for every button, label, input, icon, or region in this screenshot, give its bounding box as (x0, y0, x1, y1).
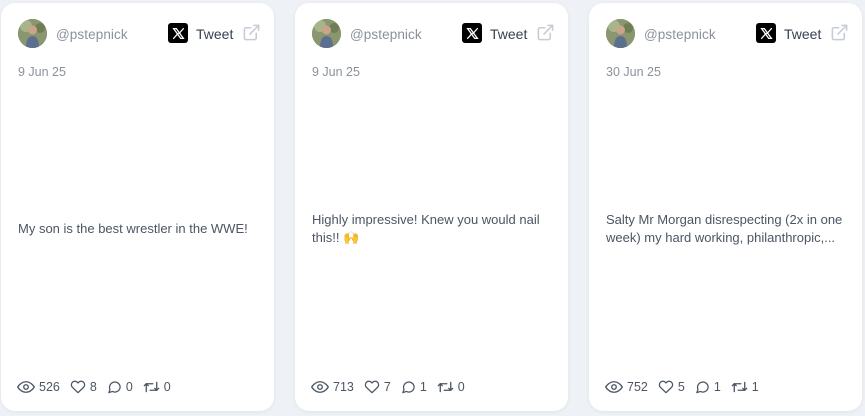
retweets-count: 1 (751, 380, 759, 394)
retweet-icon (731, 381, 748, 393)
heart-icon (364, 380, 380, 394)
user-handle[interactable]: @pstepnick (56, 27, 128, 42)
tweet-card-header: @pstepnick Tweet (312, 19, 554, 49)
likes-stat[interactable]: 8 (70, 380, 97, 394)
comment-icon (108, 381, 121, 394)
retweets-stat[interactable]: 0 (437, 380, 465, 394)
retweet-icon (143, 381, 160, 393)
replies-stat[interactable]: 1 (695, 380, 721, 394)
avatar[interactable] (312, 19, 341, 48)
views-count: 713 (333, 380, 354, 394)
tweet-card[interactable]: @pstepnick Tweet 9 Jun 25 Highly impress… (295, 3, 568, 411)
replies-count: 1 (713, 380, 721, 394)
likes-count: 5 (677, 380, 685, 394)
external-link-icon[interactable] (830, 23, 849, 42)
retweet-icon (437, 381, 454, 393)
tweet-card-header: @pstepnick Tweet (606, 19, 848, 49)
likes-count: 8 (89, 380, 97, 394)
likes-stat[interactable]: 5 (658, 380, 685, 394)
views-count: 752 (627, 380, 648, 394)
eye-icon (605, 381, 623, 393)
tweet-text: Salty Mr Morgan disrespecting (2x in one… (606, 212, 843, 245)
replies-stat[interactable]: 0 (107, 380, 133, 394)
comment-icon (402, 381, 415, 394)
avatar[interactable] (606, 19, 635, 48)
replies-count: 1 (419, 380, 427, 394)
comment-icon (696, 381, 709, 394)
likes-count: 7 (383, 380, 391, 394)
tweet-stats: 752 5 1 1 (605, 377, 769, 397)
tweet-text: Highly impressive! Knew you would nail t… (312, 212, 540, 245)
tweet-date: 9 Jun 25 (312, 65, 360, 79)
avatar[interactable] (18, 19, 47, 48)
tweet-card-header: @pstepnick Tweet (18, 19, 260, 49)
replies-count: 0 (125, 380, 133, 394)
user-handle[interactable]: @pstepnick (644, 27, 716, 42)
external-link-icon[interactable] (242, 23, 261, 42)
x-logo-icon[interactable] (756, 23, 776, 43)
heart-icon (658, 380, 674, 394)
tweet-text: My son is the best wrestler in the WWE! (18, 221, 248, 236)
tweet-date: 9 Jun 25 (18, 65, 66, 79)
tweet-card[interactable]: @pstepnick Tweet 30 Jun 25 Salty Mr Morg… (589, 3, 862, 411)
heart-icon (70, 380, 86, 394)
tweet-stats: 713 7 1 0 (311, 377, 475, 397)
tweet-link[interactable]: Tweet (196, 26, 233, 42)
retweets-count: 0 (457, 380, 465, 394)
x-logo-icon[interactable] (168, 23, 188, 43)
user-handle[interactable]: @pstepnick (350, 27, 422, 42)
tweet-date: 30 Jun 25 (606, 65, 661, 79)
replies-stat[interactable]: 1 (401, 380, 427, 394)
x-logo-icon[interactable] (462, 23, 482, 43)
external-link-icon[interactable] (536, 23, 555, 42)
views-stat: 713 (311, 380, 354, 394)
retweets-count: 0 (163, 380, 171, 394)
tweet-link[interactable]: Tweet (490, 26, 527, 42)
eye-icon (311, 381, 329, 393)
views-stat: 752 (605, 380, 648, 394)
tweet-link[interactable]: Tweet (784, 26, 821, 42)
eye-icon (17, 381, 35, 393)
retweets-stat[interactable]: 0 (143, 380, 171, 394)
tweet-card[interactable]: @pstepnick Tweet 9 Jun 25 My son is the … (1, 3, 274, 411)
retweets-stat[interactable]: 1 (731, 380, 759, 394)
views-stat: 526 (17, 380, 60, 394)
tweet-stats: 526 8 0 0 (17, 377, 181, 397)
views-count: 526 (39, 380, 60, 394)
likes-stat[interactable]: 7 (364, 380, 391, 394)
